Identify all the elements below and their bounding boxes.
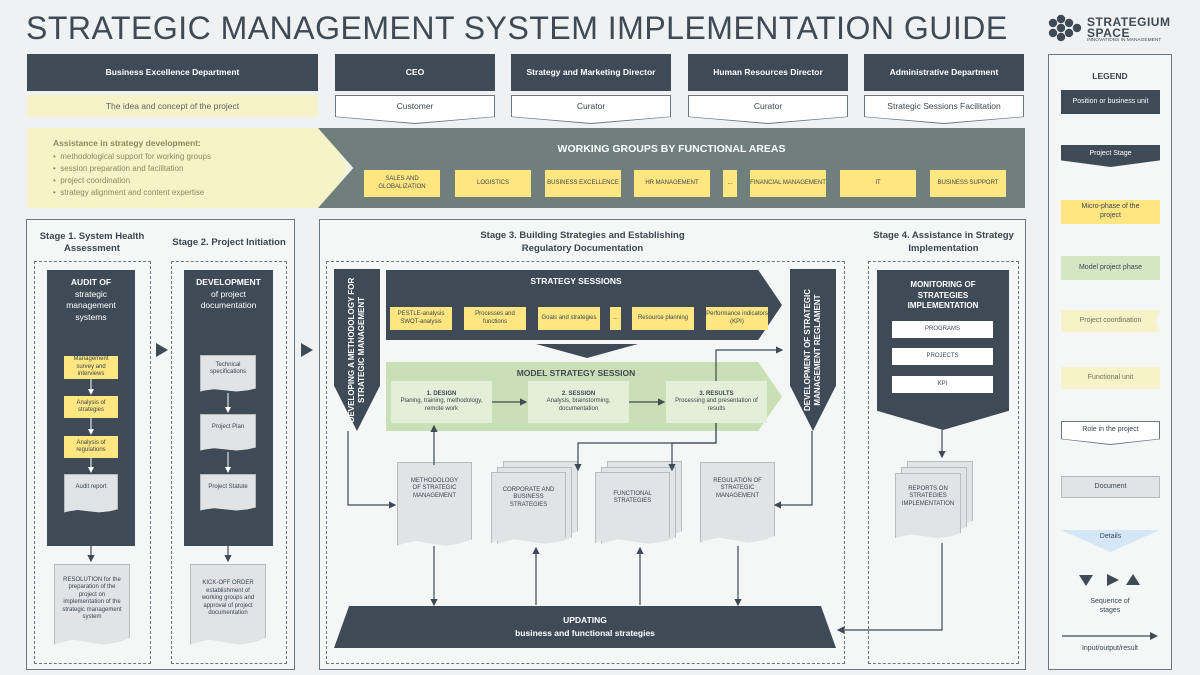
working-group-item: BUSINESS EXCELLENCE: [545, 170, 621, 197]
stage4-title: Stage 4. Assistance in Strategy Implemen…: [873, 230, 1014, 254]
audit-title: AUDIT OF: [70, 277, 112, 287]
monitoring-item: PROGRAMS: [892, 321, 993, 338]
assistance-item: • project coordination: [53, 176, 131, 185]
monitoring-title: MONITORING OF STRATEGIES IMPLEMENTATION: [907, 279, 979, 311]
position-strategy-director: Strategy and Marketing Director: [511, 54, 671, 91]
functional-strategies-doc: FUNCTIONAL STRATEGIES: [595, 472, 670, 544]
corporate-strategies-doc: CORPORATE AND BUSINESS STRATEGIES: [491, 472, 566, 544]
updating-subtitle: business and functional strategies: [515, 627, 655, 638]
model-session-title: MODEL STRATEGY SESSION: [516, 368, 636, 378]
updating-title: UPDATING: [563, 614, 607, 625]
role-curator-strategy-label: Curator: [512, 96, 670, 123]
assistance-item-text: session preparation and facilitation: [60, 164, 184, 173]
role-sessions-facilitation-label: Strategic Sessions Facilitation: [865, 96, 1023, 123]
stage2-title: Stage 2. Project Initiation: [172, 236, 286, 248]
audit-subtitle: strategic management systems: [66, 289, 116, 322]
strategy-sessions-title: STRATEGY SESSIONS: [530, 276, 622, 286]
kickoff-order-doc: KICK-OFF ORDER establishment of working …: [190, 564, 266, 645]
stage-arrow-icon: [301, 343, 313, 357]
role-sessions-facilitation: Strategic Sessions Facilitation: [864, 95, 1024, 124]
development-subtitle: of project documentation: [200, 288, 257, 310]
session-item: Goals and strategies: [538, 307, 600, 330]
working-groups-title: WORKING GROUPS BY FUNCTIONAL AREAS: [557, 143, 786, 155]
session-item: ...: [610, 307, 621, 330]
monitoring-item: PROJECTS: [892, 348, 993, 365]
model-step: 3. RESULTS Processing and presentation o…: [666, 381, 767, 423]
position-admin-dept: Administrative Department: [864, 54, 1024, 91]
io-arrow-icon: [1062, 632, 1158, 640]
position-hr-director: Human Resources Director: [688, 54, 848, 91]
assistance-panel: Assistance in strategy development: • me…: [27, 128, 349, 208]
page-title: STRATEGIC MANAGEMENT SYSTEM IMPLEMENTATI…: [26, 10, 1008, 46]
assistance-title: Assistance in strategy development:: [53, 138, 201, 148]
working-group-item: LOGISTICS: [455, 170, 531, 197]
session-item: Resource planning: [632, 307, 694, 330]
assistance-item: • methodological support for working gro…: [53, 152, 211, 161]
working-group-item: ...: [723, 170, 737, 197]
working-group-item: FINANCIAL MANAGEMENT: [750, 170, 826, 197]
stage-arrow-icon: [156, 343, 168, 357]
model-step-text: Analysis, brainstorming, documentation: [546, 398, 611, 412]
role-curator-strategy: Curator: [511, 95, 671, 124]
hexagon-logo-icon: [1048, 14, 1082, 42]
audit-step: Analysis of strategies: [64, 396, 118, 418]
project-doc: Project Plan: [200, 414, 256, 451]
stage1-title: Stage 1. System Health Assessment: [39, 230, 145, 254]
development-title: DEVELOPMENT: [196, 277, 261, 287]
position-business-excellence: Business Excellence Department: [27, 54, 318, 91]
session-item: Performance indicators (KPI): [706, 307, 768, 330]
legend-sequence: Sequence of stages: [1090, 598, 1130, 614]
working-group-item: HR MANAGEMENT: [634, 170, 710, 197]
legend-functional-unit: Functional unit: [1061, 367, 1160, 389]
position-ceo: CEO: [335, 54, 495, 91]
assistance-item: • strategy alignment and content experti…: [53, 188, 205, 197]
assistance-item: • session preparation and facilitation: [53, 164, 184, 173]
logo: STRATEGIUM SPACE INNOVATIONS IN MANAGEME…: [1047, 14, 1177, 44]
assistance-item-text: strategy alignment and content expertise: [60, 188, 205, 197]
regulation-doc: REGULATION OF STRATEGIC MANAGEMENT: [700, 462, 775, 543]
legend-document: Document: [1061, 476, 1160, 498]
resolution-doc: RESOLUTION for the preparation of the pr…: [54, 564, 130, 645]
model-step-title: 2. SESSION: [561, 390, 596, 397]
legend-sequence-icons: [1079, 573, 1143, 587]
audit-step: Management survey and interviews: [64, 356, 118, 379]
model-step-title: 1. DESIGN: [426, 390, 457, 397]
legend-model-phase: Model project phase: [1061, 256, 1160, 280]
session-item: PESTLE-analysis SWOT-analysis: [390, 307, 452, 330]
session-item: Processes and functions: [464, 307, 526, 330]
audit-report-doc: Audit report: [64, 474, 118, 513]
triangle-arrows-icon: [1079, 574, 1140, 586]
legend-position: Position or business unit: [1061, 90, 1160, 114]
reports-doc: REPORTS ON STRATEGIES IMPLEMENTATION: [895, 473, 961, 539]
role-curator-hr: Curator: [688, 95, 848, 124]
legend-role-label: Role in the project: [1062, 422, 1159, 444]
role-customer: Customer: [335, 95, 495, 124]
methodology-doc: METHODOLOGY OF STRATEGIC MANAGEMENT: [397, 462, 472, 543]
role-idea-concept: The idea and concept of the project: [27, 95, 318, 117]
role-customer-label: Customer: [336, 96, 494, 123]
model-step: 2. SESSION Analysis, brainstorming, docu…: [528, 381, 629, 423]
monitoring-item: KPI: [892, 376, 993, 393]
model-step-text: Planing, training, methodology, remote w…: [400, 398, 483, 412]
logo-tagline: INNOVATIONS IN MANAGEMENT: [1087, 38, 1162, 43]
role-curator-hr-label: Curator: [689, 96, 847, 123]
working-group-item: BUSINESS SUPPORT: [930, 170, 1006, 197]
model-step: 1. DESIGN Planing, training, methodology…: [391, 381, 492, 423]
audit-step: Analysis of regulations: [64, 436, 118, 458]
methodology-label: DEVELOPING A METHODOLOGY FOR STRATEGIC M…: [346, 277, 366, 423]
project-doc: Project Statute: [200, 474, 256, 511]
reglament-label: DEVELOPMENT OF STRATEGIC MANAGEMENT REGL…: [802, 288, 822, 412]
legend-micro-phase: Micro-phase of the project: [1061, 200, 1160, 224]
assistance-item-text: methodological support for working group…: [60, 152, 211, 161]
stage3-title: Stage 3. Building Strategies and Establi…: [480, 230, 685, 254]
legend-coordination: Project coordination: [1061, 310, 1160, 332]
model-step-text: Processing and presentation of results: [675, 398, 758, 412]
legend-io: Input/output/result: [1081, 644, 1139, 652]
legend-title: LEGEND: [1092, 71, 1128, 81]
assistance-item-text: project coordination: [60, 176, 131, 185]
project-doc: Technical specifications: [200, 355, 256, 392]
working-group-item: SALES AND GLOBALIZATION: [364, 170, 440, 197]
working-group-item: IT: [840, 170, 916, 197]
model-step-title: 3. RESULTS: [699, 390, 734, 397]
